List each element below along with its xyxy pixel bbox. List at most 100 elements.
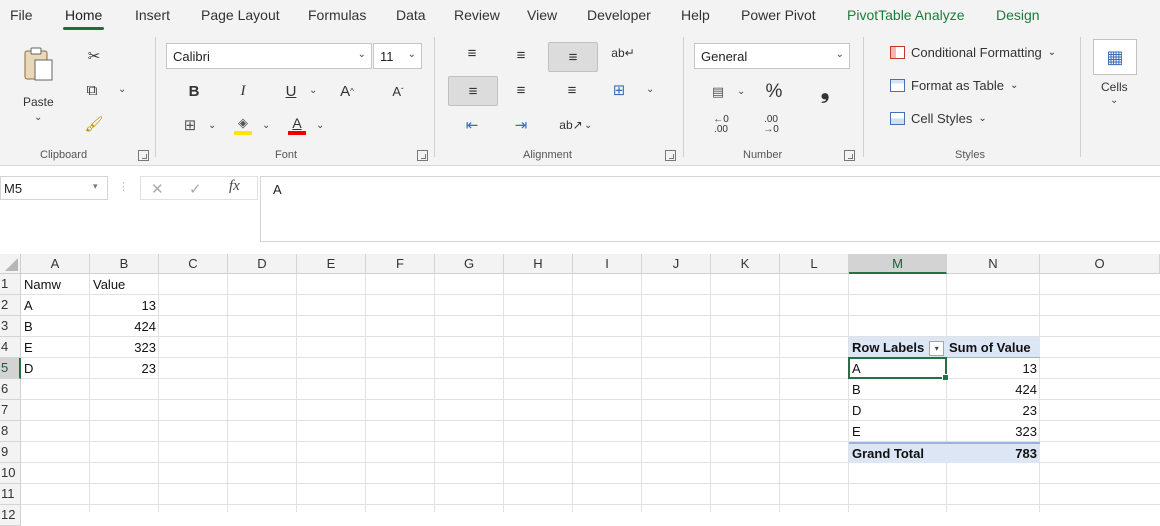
pivot-row-label[interactable]: E xyxy=(849,421,947,442)
cell-b1[interactable]: Value xyxy=(90,274,159,295)
orientation-dropdown-icon[interactable]: ⌄ xyxy=(584,120,592,131)
decrease-decimal-icon[interactable]: .00 →0 xyxy=(758,114,784,136)
tab-data[interactable]: Data xyxy=(396,7,426,23)
drag-handle-icon[interactable]: ⋮ xyxy=(118,180,129,193)
borders-icon[interactable]: ⊞ xyxy=(180,115,200,135)
cells-label[interactable]: Cells xyxy=(1101,80,1128,94)
align-right-icon[interactable]: ≡ xyxy=(561,79,583,101)
middle-align-icon[interactable]: ≡ xyxy=(510,44,532,66)
paste-dropdown-icon[interactable]: ⌄ xyxy=(34,112,42,123)
cut-icon[interactable]: ✂ xyxy=(84,46,104,66)
column-header-n[interactable]: N xyxy=(947,254,1040,274)
tab-pivottable-analyze[interactable]: PivotTable Analyze xyxy=(847,7,965,23)
cell-a2[interactable]: A xyxy=(21,295,90,316)
tab-design[interactable]: Design xyxy=(996,7,1040,23)
row-header-5[interactable]: 5 xyxy=(0,358,21,379)
row-header-10[interactable]: 10 xyxy=(0,463,21,484)
cell-a4[interactable]: E xyxy=(21,337,90,358)
pivot-row-value[interactable]: 13 xyxy=(947,358,1040,379)
tab-help[interactable]: Help xyxy=(681,7,710,23)
column-header-c[interactable]: C xyxy=(159,254,228,274)
alignment-launcher-icon[interactable] xyxy=(665,150,676,161)
column-header-g[interactable]: G xyxy=(435,254,504,274)
fill-color-dropdown-icon[interactable]: ⌄ xyxy=(262,120,270,131)
pivot-grand-total-value[interactable]: 783 xyxy=(947,442,1040,463)
accounting-dropdown-icon[interactable]: ⌄ xyxy=(737,86,745,97)
select-all-button[interactable] xyxy=(0,254,21,274)
pivot-row-value[interactable]: 424 xyxy=(947,379,1040,400)
column-header-l[interactable]: L xyxy=(780,254,849,274)
pivot-row-value[interactable]: 23 xyxy=(947,400,1040,421)
cells-icon[interactable]: ▦ xyxy=(1093,39,1137,75)
row-header-1[interactable]: 1 xyxy=(0,274,21,295)
borders-dropdown-icon[interactable]: ⌄ xyxy=(208,120,216,131)
column-header-j[interactable]: J xyxy=(642,254,711,274)
align-left-icon[interactable]: ≡ xyxy=(448,76,498,106)
number-format-select[interactable]: General ⌄ xyxy=(694,43,850,69)
percent-style-button[interactable]: % xyxy=(762,80,786,104)
bottom-align-icon[interactable]: ≡ xyxy=(548,42,598,72)
pivot-row-label[interactable]: D xyxy=(849,400,947,421)
column-header-k[interactable]: K xyxy=(711,254,780,274)
tab-home[interactable]: Home xyxy=(62,7,105,30)
align-center-icon[interactable]: ≡ xyxy=(510,79,532,101)
accounting-format-icon[interactable]: ▤ xyxy=(707,82,729,102)
cell-b4[interactable]: 323 xyxy=(90,337,159,358)
cancel-icon[interactable]: ✕ xyxy=(151,180,164,198)
filter-dropdown-icon[interactable]: ▾ xyxy=(929,341,945,357)
font-size-select[interactable]: 11 ⌄ xyxy=(373,43,422,69)
copy-dropdown-icon[interactable]: ⌄ xyxy=(118,84,126,95)
column-header-f[interactable]: F xyxy=(366,254,435,274)
row-header-11[interactable]: 11 xyxy=(0,484,21,505)
column-header-e[interactable]: E xyxy=(297,254,366,274)
tab-formulas[interactable]: Formulas xyxy=(308,7,366,23)
row-header-4[interactable]: 4 xyxy=(0,337,21,358)
column-header-i[interactable]: I xyxy=(573,254,642,274)
comma-style-button[interactable]: ❟ xyxy=(815,78,835,104)
top-align-icon[interactable]: ≡ xyxy=(461,42,483,64)
pivot-row-labels-header[interactable]: Row Labels ▾ xyxy=(849,337,947,358)
cell-b2[interactable]: 13 xyxy=(90,295,159,316)
wrap-text-icon[interactable]: ab↵ xyxy=(611,42,634,64)
tab-review[interactable]: Review xyxy=(454,7,500,23)
cell-a1[interactable]: Namw xyxy=(21,274,90,295)
copy-icon[interactable]: ⧉ xyxy=(82,80,102,100)
column-header-o[interactable]: O xyxy=(1040,254,1160,274)
shrink-font-button[interactable]: Aˇ xyxy=(386,80,410,102)
row-header-3[interactable]: 3 xyxy=(0,316,21,337)
tab-file[interactable]: File xyxy=(10,7,33,23)
font-name-select[interactable]: Calibri ⌄ xyxy=(166,43,372,69)
insert-function-button[interactable]: fx xyxy=(229,178,240,195)
italic-button[interactable]: I xyxy=(232,80,254,102)
pivot-row-value[interactable]: 323 xyxy=(947,421,1040,442)
column-header-h[interactable]: H xyxy=(504,254,573,274)
tab-developer[interactable]: Developer xyxy=(587,7,651,23)
paste-label[interactable]: Paste xyxy=(23,95,54,109)
format-painter-icon[interactable]: 🖌 xyxy=(84,114,104,134)
merge-dropdown-icon[interactable]: ⌄ xyxy=(646,84,654,95)
grow-font-button[interactable]: A ^ xyxy=(335,80,359,102)
underline-dropdown-icon[interactable]: ⌄ xyxy=(309,85,317,96)
increase-indent-icon[interactable]: ⇥ xyxy=(510,114,532,136)
tab-page-layout[interactable]: Page Layout xyxy=(201,7,280,23)
enter-icon[interactable]: ✓ xyxy=(189,180,202,198)
format-as-table-button[interactable]: Format as Table ⌄ xyxy=(890,78,1018,93)
tab-insert[interactable]: Insert xyxy=(135,7,170,23)
tab-view[interactable]: View xyxy=(527,7,557,23)
row-header-9[interactable]: 9 xyxy=(0,442,21,463)
name-box[interactable]: M5 ▾ xyxy=(0,176,108,200)
merge-center-icon[interactable]: ⊞ xyxy=(608,79,630,101)
orientation-icon[interactable]: ab↗ xyxy=(559,114,582,136)
row-header-7[interactable]: 7 xyxy=(0,400,21,421)
clipboard-launcher-icon[interactable] xyxy=(138,150,149,161)
row-header-8[interactable]: 8 xyxy=(0,421,21,442)
row-header-6[interactable]: 6 xyxy=(0,379,21,400)
cell-a3[interactable]: B xyxy=(21,316,90,337)
row-header-12[interactable]: 12 xyxy=(0,505,21,526)
column-header-b[interactable]: B xyxy=(90,254,159,274)
decrease-indent-icon[interactable]: ⇤ xyxy=(461,114,483,136)
cell-b5[interactable]: 23 xyxy=(90,358,159,379)
name-box-dropdown-icon[interactable]: ▾ xyxy=(93,181,98,192)
tab-power-pivot[interactable]: Power Pivot xyxy=(741,7,816,23)
font-color-dropdown-icon[interactable]: ⌄ xyxy=(316,120,324,131)
